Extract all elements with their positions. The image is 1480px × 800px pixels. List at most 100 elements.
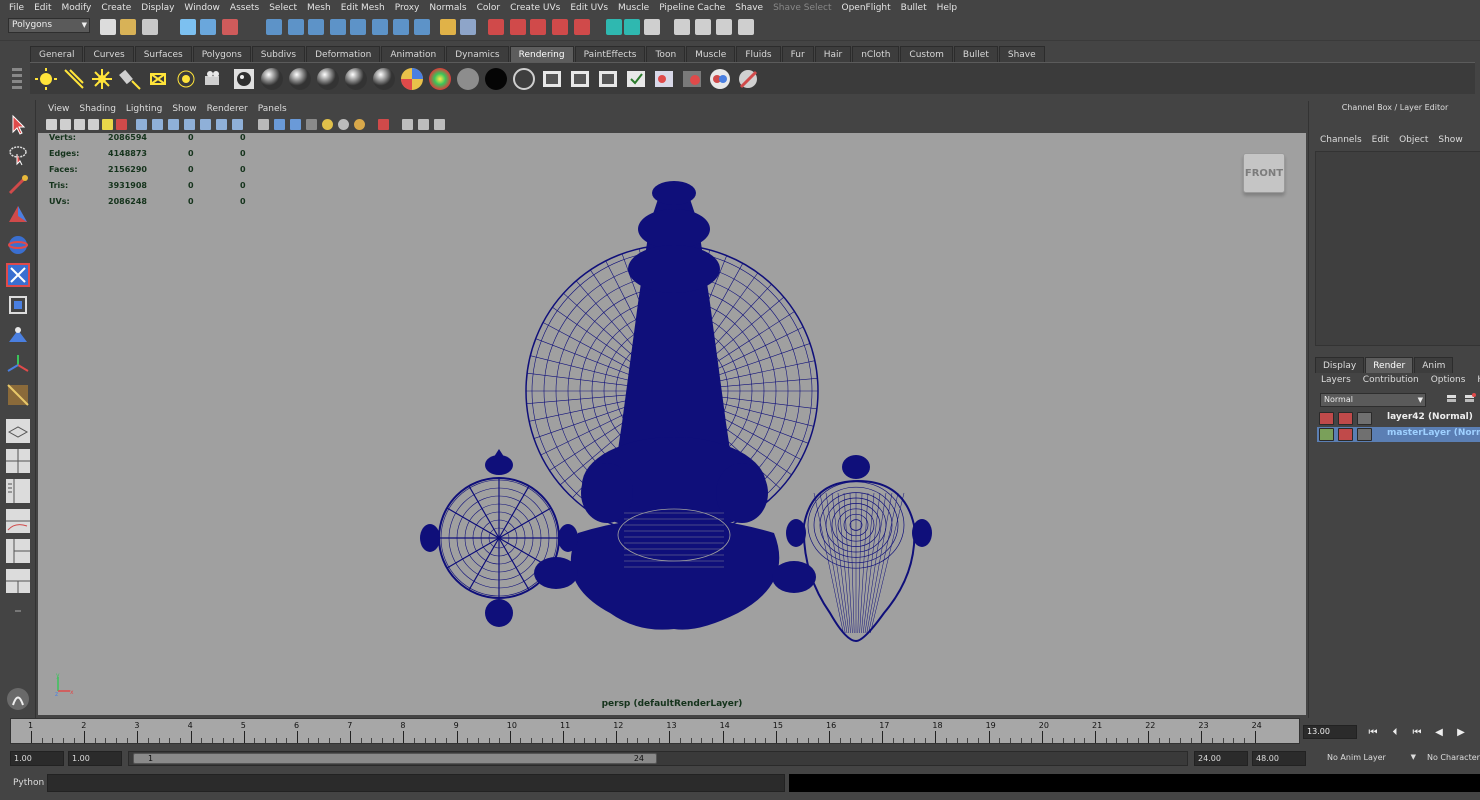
channel-menu-channels[interactable]: Channels [1315, 135, 1367, 145]
menu-shave[interactable]: Shave [730, 3, 768, 13]
batch-render-icon[interactable] [596, 67, 620, 91]
new-scene-icon[interactable] [100, 19, 116, 35]
recycle-toggle-icon[interactable] [1338, 428, 1353, 441]
last-tool-used-icon[interactable] [5, 382, 31, 408]
shelf-tab-deformation[interactable]: Deformation [306, 46, 381, 62]
layer-menu-options[interactable]: Options [1425, 375, 1472, 385]
menu-set-dropdown[interactable]: Polygons ▼ [8, 18, 90, 33]
shelf-tab-toon[interactable]: Toon [646, 46, 686, 62]
shading-map-icon[interactable] [456, 67, 480, 91]
ipr-render-icon[interactable] [510, 19, 526, 35]
paint-canvas-icon[interactable] [736, 67, 760, 91]
create-empty-layer-icon[interactable] [1445, 392, 1459, 406]
shelf-tab-surfaces[interactable]: Surfaces [134, 46, 192, 62]
render-frame-icon[interactable] [488, 19, 504, 35]
camera-attributes-icon[interactable] [60, 119, 71, 130]
smooth-shading-icon[interactable] [274, 119, 285, 130]
recycle-toggle-icon[interactable] [1338, 412, 1353, 425]
menu-edit-uvs[interactable]: Edit UVs [565, 3, 613, 13]
range-slider[interactable]: 1 24 [128, 751, 1188, 766]
channel-box-toggle-icon[interactable] [674, 19, 690, 35]
resolution-gate-icon[interactable] [168, 119, 179, 130]
shelf-tab-muscle[interactable]: Muscle [686, 46, 736, 62]
mental-ray-icon[interactable] [708, 67, 732, 91]
rotate-tool-icon[interactable] [5, 232, 31, 258]
move-tool-icon[interactable] [5, 202, 31, 228]
shelf-tab-animation[interactable]: Animation [381, 46, 446, 62]
shelf-tab-custom[interactable]: Custom [900, 46, 953, 62]
menu-muscle[interactable]: Muscle [613, 3, 654, 13]
panel-menu-panels[interactable]: Panels [253, 104, 292, 114]
layer-tab-render[interactable]: Render [1365, 357, 1414, 373]
panel-menu-lighting[interactable]: Lighting [121, 104, 167, 114]
toggle-sidebar-icon[interactable] [606, 19, 622, 35]
wireframe-on-shaded-icon[interactable] [290, 119, 301, 130]
paint-select-tool-icon[interactable] [5, 172, 31, 198]
menu-edit-mesh[interactable]: Edit Mesh [336, 3, 390, 13]
textured-icon[interactable] [306, 119, 317, 130]
menu-help[interactable]: Help [932, 3, 963, 13]
create-layer-from-selected-icon[interactable] [1463, 392, 1477, 406]
visibility-toggle-icon[interactable] [1357, 428, 1372, 441]
menu-shave-select[interactable]: Shave Select [768, 3, 836, 13]
xray-icon[interactable] [402, 119, 413, 130]
layer-menu-contribution[interactable]: Contribution [1357, 375, 1425, 385]
step-back-frame-icon[interactable]: ⏴ [1388, 726, 1402, 740]
menu-file[interactable]: File [4, 3, 29, 13]
shelf-tab-fluids[interactable]: Fluids [736, 46, 781, 62]
shadows-icon[interactable] [338, 119, 349, 130]
shelf-tab-painteffects[interactable]: PaintEffects [574, 46, 646, 62]
grease-pencil-icon[interactable] [102, 119, 113, 130]
volume-light-icon[interactable] [174, 67, 198, 91]
surface-shader-icon[interactable] [484, 67, 508, 91]
area-light-icon[interactable] [146, 67, 170, 91]
render-toggle-icon[interactable] [1319, 428, 1334, 441]
render-toggle-icon[interactable] [1319, 412, 1334, 425]
ambient-light-icon[interactable] [34, 67, 58, 91]
range-slider-handle[interactable]: 1 24 [133, 753, 657, 764]
ipr-render-current-frame-icon[interactable] [568, 67, 592, 91]
menu-edit[interactable]: Edit [29, 3, 56, 13]
animation-end-field[interactable]: 48.00 [1252, 751, 1306, 766]
isolate-select-icon[interactable] [378, 119, 389, 130]
modeling-toolkit-icon[interactable] [738, 19, 754, 35]
layered-material-icon[interactable] [344, 67, 368, 91]
render-region-icon[interactable] [232, 67, 256, 91]
phong-material-icon[interactable] [372, 67, 396, 91]
channel-menu-object[interactable]: Object [1394, 135, 1433, 145]
panel-menu-show[interactable]: Show [167, 104, 201, 114]
render-view-shelf-icon[interactable] [680, 67, 704, 91]
playback-end-field[interactable]: 24.00 [1194, 751, 1248, 766]
playback-start-field[interactable]: 1.00 [68, 751, 122, 766]
hypershade-icon[interactable] [552, 19, 568, 35]
menu-create-uvs[interactable]: Create UVs [505, 3, 565, 13]
menu-select[interactable]: Select [264, 3, 302, 13]
outliner-toggle-icon[interactable] [716, 19, 732, 35]
animation-start-field[interactable]: 1.00 [10, 751, 64, 766]
phong-e-material-icon[interactable] [400, 67, 424, 91]
camera-icon[interactable] [202, 67, 226, 91]
render-settings-shelf-icon[interactable] [624, 67, 648, 91]
shelf-tab-shave[interactable]: Shave [998, 46, 1045, 62]
shelf-menu-icon[interactable] [10, 66, 24, 92]
screen-space-ao-icon[interactable] [354, 119, 365, 130]
channel-box-area[interactable] [1315, 151, 1480, 346]
select-by-component-icon[interactable] [222, 19, 238, 35]
layer-menu-layers[interactable]: Layers [1315, 375, 1357, 385]
shelf-tab-bullet[interactable]: Bullet [953, 46, 998, 62]
bookmarks-icon[interactable] [74, 119, 85, 130]
menu-create[interactable]: Create [96, 3, 136, 13]
layer-editor-toggle-icon[interactable] [695, 19, 711, 35]
scale-tool-icon[interactable] [5, 262, 31, 288]
shelf-tab-general[interactable]: General [30, 46, 84, 62]
menu-window[interactable]: Window [179, 3, 225, 13]
menu-normals[interactable]: Normals [424, 3, 471, 13]
help-icon[interactable] [414, 19, 430, 35]
image-plane-icon[interactable] [88, 119, 99, 130]
snap-point-icon[interactable] [308, 19, 324, 35]
play-backwards-icon[interactable]: ◀ [1432, 726, 1446, 740]
anim-layer-dropdown[interactable]: No Anim Layer ▼ [1324, 751, 1420, 766]
select-tool-icon[interactable] [5, 112, 31, 138]
layer-row[interactable]: masterLayer (Normal) [1317, 427, 1480, 442]
menu-proxy[interactable]: Proxy [390, 3, 425, 13]
